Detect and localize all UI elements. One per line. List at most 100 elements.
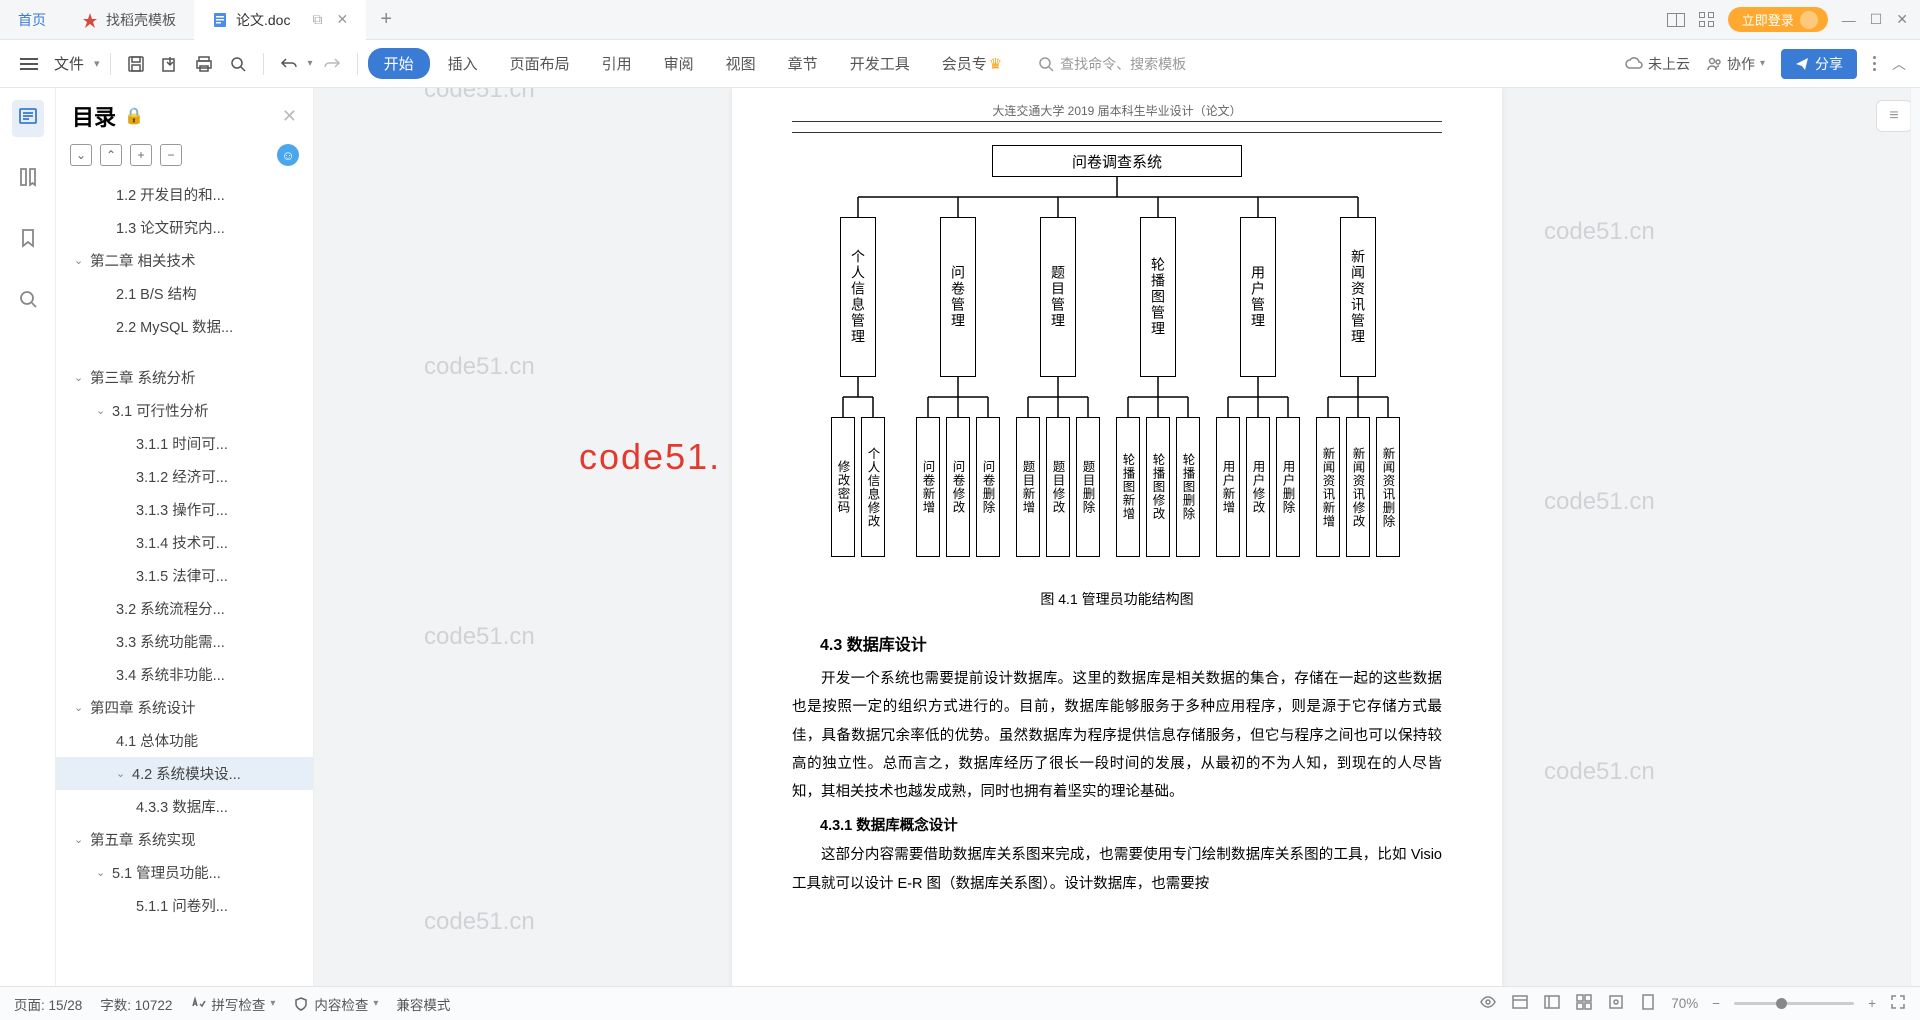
export-icon[interactable] [155,51,185,77]
toc-item[interactable]: 1.3 论文研究内... [56,211,313,244]
toc-item[interactable]: 3.1.3 操作可... [56,493,313,526]
toc-item[interactable]: 3.1.4 技术可... [56,526,313,559]
layout-icon[interactable] [1667,13,1685,27]
minimize-icon[interactable]: — [1842,12,1856,28]
mini-panel-toggle[interactable]: ≡ [1876,100,1912,132]
layout-view-icon[interactable] [1511,993,1529,1014]
right-scrollbar[interactable] [1910,88,1920,986]
collab-button[interactable]: 协作▾ [1706,54,1765,74]
new-tab-button[interactable]: + [366,8,406,31]
search-rail-icon[interactable] [12,283,44,320]
eject-icon[interactable]: ⧉ [312,11,322,28]
ribbon-rail-icon[interactable] [12,222,44,259]
toc-item[interactable]: 5.1.1 问卷列... [56,889,313,922]
maximize-icon[interactable]: ☐ [1870,11,1883,28]
tab-insert[interactable]: 插入 [434,45,492,82]
avatar-icon [1800,11,1818,29]
toc-item[interactable]: 3.1.5 法律可... [56,559,313,592]
status-spellcheck[interactable]: 拼写检查▾ [190,994,275,1014]
page-view-icon[interactable] [1639,993,1657,1014]
remove-node-icon[interactable]: − [160,144,182,166]
cloud-button[interactable]: 未上云 [1625,54,1690,74]
outline-view-icon[interactable] [1575,993,1593,1014]
document-page: 大连交通大学 2019 届本科生毕业设计（论文） 问卷调查系统个人信息管理修改密… [732,88,1502,986]
help-icon[interactable]: ☺ [277,144,299,166]
toc-item[interactable]: 2.1 B/S 结构 [56,277,313,310]
shield-icon [293,996,309,1012]
toc-item[interactable]: 1.2 开发目的和... [56,178,313,211]
save-icon[interactable] [121,51,151,77]
close-icon[interactable]: ✕ [336,11,348,28]
close-panel-icon[interactable]: ✕ [282,106,297,127]
lock-icon[interactable]: 🔒 [124,106,144,126]
toc-item[interactable]: 2.2 MySQL 数据... [56,310,313,343]
login-button[interactable]: 立即登录 [1728,7,1828,32]
more-icon[interactable] [1873,56,1876,71]
read-view-icon[interactable] [1607,993,1625,1014]
zoom-in-icon[interactable]: + [1868,996,1876,1011]
doc-icon [212,12,228,28]
eye-icon[interactable] [1479,993,1497,1014]
watermark: code51.cn [1544,218,1655,246]
toc-item[interactable]: ⌄第二章 相关技术 [56,244,313,277]
toc-item[interactable]: ⌄3.1 可行性分析 [56,394,313,427]
toc-item[interactable]: 3.1.2 经济可... [56,460,313,493]
file-menu[interactable]: 文件 [54,53,84,74]
preview-icon[interactable] [223,51,253,77]
toc-item[interactable]: 4.1 总体功能 [56,724,313,757]
watermark: code51.cn [424,353,535,381]
tab-member[interactable]: 会员专♛ [928,45,1016,82]
zoom-level[interactable]: 70% [1671,996,1698,1011]
toc-list[interactable]: 1.2 开发目的和...1.3 论文研究内...⌄第二章 相关技术2.1 B/S… [56,176,313,986]
status-compat[interactable]: 兼容模式 [396,994,450,1014]
print-icon[interactable] [189,51,219,77]
tab-pagelayout[interactable]: 页面布局 [496,45,584,82]
tab-view[interactable]: 视图 [712,45,770,82]
paragraph: 开发一个系统也需要提前设计数据库。这里的数据库是相关数据的集合，存储在一起的这些… [792,665,1442,806]
zoom-slider[interactable] [1734,1002,1854,1005]
chevron-up-icon[interactable]: ︿ [1892,54,1906,74]
collapse-all-icon[interactable]: ⌄ [70,144,92,166]
toc-item[interactable]: 3.4 系统非功能... [56,658,313,691]
tab-devtools[interactable]: 开发工具 [836,45,924,82]
toc-item[interactable]: ⌄4.2 系统模块设... [56,757,313,790]
bookmark-rail-icon[interactable] [12,161,44,198]
tab-templates[interactable]: 找稻壳模板 [64,0,194,40]
close-window-icon[interactable]: ✕ [1896,11,1908,28]
document-viewport[interactable]: code51.cn code51.cn code51.cn code51.cn … [314,88,1920,986]
zoom-out-icon[interactable]: − [1712,996,1720,1011]
tab-reference[interactable]: 引用 [588,45,646,82]
toc-item[interactable]: ⌄第五章 系统实现 [56,823,313,856]
web-view-icon[interactable] [1543,993,1561,1014]
tab-home[interactable]: 首页 [0,0,64,40]
search-input[interactable]: 查找命令、搜索模板 [1038,54,1186,74]
watermark: code51.cn [424,88,535,104]
tab-start[interactable]: 开始 [368,48,430,79]
add-node-icon[interactable]: + [130,144,152,166]
share-button[interactable]: 分享 [1781,49,1857,79]
toc-item[interactable]: ⌄第四章 系统设计 [56,691,313,724]
toc-item[interactable]: ⌄第三章 系统分析 [56,361,313,394]
toc-item[interactable]: 4.3.3 数据库... [56,790,313,823]
redo-icon[interactable] [317,51,347,77]
tab-chapter[interactable]: 章节 [774,45,832,82]
outline-tools: ⌄ ⌃ + − ☺ [56,140,313,176]
status-page[interactable]: 页面: 15/28 [14,994,82,1014]
status-words[interactable]: 字数: 10722 [100,994,172,1014]
menu-icon[interactable] [14,54,44,74]
tab-document[interactable]: 论文.doc ⧉ ✕ [194,0,366,40]
expand-all-icon[interactable]: ⌃ [100,144,122,166]
status-content-check[interactable]: 内容检查▾ [293,994,378,1014]
toc-item[interactable]: 3.1.1 时间可... [56,427,313,460]
fit-icon[interactable] [1890,994,1906,1013]
undo-icon[interactable] [274,51,304,77]
tab-review[interactable]: 审阅 [650,45,708,82]
figure-caption: 图 4.1 管理员功能结构图 [792,589,1442,609]
toc-item[interactable]: 3.2 系统流程分... [56,592,313,625]
outline-rail-icon[interactable] [12,100,44,137]
people-icon [1706,56,1722,72]
paragraph: 这部分内容需要借助数据库关系图来完成，也需要使用专门绘制数据库关系图的工具，比如… [792,841,1442,898]
toc-item[interactable]: 3.3 系统功能需... [56,625,313,658]
toc-item[interactable]: ⌄5.1 管理员功能... [56,856,313,889]
apps-icon[interactable] [1699,12,1714,27]
